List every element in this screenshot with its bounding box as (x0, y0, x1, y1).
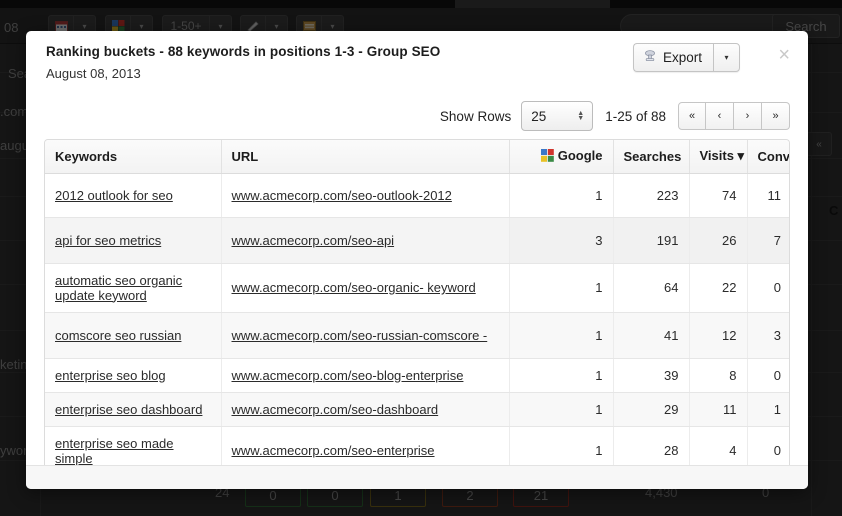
cell-keyword: automatic seo organic update keyword (45, 263, 222, 313)
cell-conv: 0 (747, 358, 789, 393)
cell-searches: 223 (613, 173, 690, 218)
cell-url: www.acmecorp.com/seo-enterprise (221, 426, 510, 465)
table-row[interactable]: enterprise seo blog www.acmecorp.com/seo-… (45, 358, 789, 393)
cell-url: www.acmecorp.com/seo-api (221, 217, 510, 264)
url-link[interactable]: www.acmecorp.com/seo-organic- keyword (232, 280, 476, 295)
cell-visits: 12 (689, 312, 748, 359)
cell-google: 1 (509, 426, 614, 465)
cell-google: 1 (509, 358, 614, 393)
table-row[interactable]: enterprise seo made simple www.acmecorp.c… (45, 426, 789, 466)
show-rows-select[interactable]: 25 ▲ ▼ (521, 101, 594, 131)
table-row[interactable]: 2012 outlook for seo www.acmecorp.com/seo… (45, 173, 789, 218)
keyword-link[interactable]: enterprise seo blog (55, 368, 166, 383)
export-button-label: Export (662, 50, 702, 65)
results-table-container[interactable]: Keywords URL Google Searches Visits ▾ Co… (44, 139, 790, 465)
dialog-footer (26, 465, 808, 489)
pagination-range-text: 1-25 of 88 (605, 108, 666, 124)
show-rows-value: 25 (531, 108, 547, 124)
table-header-row: Keywords URL Google Searches Visits ▾ Co… (45, 140, 789, 174)
ranking-buckets-dialog: Ranking buckets - 88 keywords in positio… (26, 31, 808, 489)
keyword-link[interactable]: comscore seo russian (55, 328, 181, 343)
column-header-visits[interactable]: Visits ▾ (689, 140, 748, 174)
column-header-url[interactable]: URL (221, 140, 510, 174)
cell-keyword: api for seo metrics (45, 217, 222, 264)
column-header-keywords[interactable]: Keywords (45, 140, 222, 174)
cell-conv: 11 (747, 173, 789, 218)
dialog-header: Ranking buckets - 88 keywords in positio… (26, 31, 808, 93)
cell-google: 1 (509, 392, 614, 427)
pagination-last-button[interactable]: » (762, 102, 790, 130)
pagination-controls: « ‹ › » (678, 102, 790, 130)
column-header-conv[interactable]: Conv. (747, 140, 789, 174)
cell-conv: 7 (747, 217, 789, 264)
cell-visits: 26 (689, 217, 748, 264)
table-row[interactable]: enterprise seo dashboard www.acmecorp.com… (45, 392, 789, 427)
cell-conv: 1 (747, 392, 789, 427)
cell-searches: 29 (613, 392, 690, 427)
table-row[interactable]: api for seo metrics www.acmecorp.com/seo-… (45, 217, 789, 264)
export-dropdown-caret-icon[interactable]: ▾ (713, 43, 740, 72)
export-icon (643, 49, 657, 66)
cell-searches: 191 (613, 217, 690, 264)
keyword-link[interactable]: enterprise seo dashboard (55, 402, 202, 417)
cell-google: 1 (509, 312, 614, 359)
pagination-prev-button[interactable]: ‹ (706, 102, 734, 130)
keyword-link[interactable]: automatic seo organic update keyword (55, 273, 182, 303)
column-header-google-label: Google (557, 147, 603, 163)
pagination-next-button[interactable]: › (734, 102, 762, 130)
cell-google: 1 (509, 173, 614, 218)
cell-keyword: enterprise seo dashboard (45, 392, 222, 427)
table-toolbar: Show Rows 25 ▲ ▼ 1-25 of 88 « ‹ › » (26, 93, 808, 139)
url-link[interactable]: www.acmecorp.com/seo-enterprise (232, 443, 435, 458)
results-table: Keywords URL Google Searches Visits ▾ Co… (45, 140, 789, 466)
cell-visits: 4 (689, 426, 748, 465)
show-rows-label: Show Rows (439, 108, 512, 124)
url-link[interactable]: www.acmecorp.com/seo-api (232, 233, 395, 248)
url-link[interactable]: www.acmecorp.com/seo-blog-enterprise (232, 368, 464, 383)
pagination-first-button[interactable]: « (678, 102, 706, 130)
cell-visits: 8 (689, 358, 748, 393)
table-row[interactable]: automatic seo organic update keyword www.… (45, 263, 789, 313)
table-body: 2012 outlook for seo www.acmecorp.com/seo… (45, 173, 789, 466)
cell-searches: 28 (613, 426, 690, 465)
export-button-group: Export ▾ (632, 43, 740, 72)
cell-url: www.acmecorp.com/seo-dashboard (221, 392, 510, 427)
stepper-icon[interactable]: ▲ ▼ (577, 110, 584, 122)
keyword-link[interactable]: 2012 outlook for seo (55, 188, 173, 203)
table-row[interactable]: comscore seo russian www.acmecorp.com/seo… (45, 312, 789, 359)
cell-conv: 0 (747, 263, 789, 313)
url-link[interactable]: www.acmecorp.com/seo-outlook-2012 (232, 188, 452, 203)
cell-keyword: comscore seo russian (45, 312, 222, 359)
url-link[interactable]: www.acmecorp.com/seo-russian-comscore - (232, 328, 488, 343)
cell-visits: 11 (689, 392, 748, 427)
cell-google: 3 (509, 217, 614, 264)
cell-keyword: enterprise seo made simple (45, 426, 222, 466)
google-favicon-icon (540, 148, 554, 162)
cell-google: 1 (509, 263, 614, 313)
column-header-searches[interactable]: Searches (613, 140, 690, 174)
cell-searches: 39 (613, 358, 690, 393)
cell-visits: 22 (689, 263, 748, 313)
cell-keyword: 2012 outlook for seo (45, 173, 222, 218)
keyword-link[interactable]: api for seo metrics (55, 233, 161, 248)
cell-conv: 0 (747, 426, 789, 465)
close-icon[interactable]: × (778, 45, 790, 65)
export-button[interactable]: Export (632, 43, 713, 72)
table-header: Keywords URL Google Searches Visits ▾ Co… (45, 140, 789, 174)
cell-searches: 64 (613, 263, 690, 313)
cell-conv: 3 (747, 312, 789, 359)
keyword-link[interactable]: enterprise seo made simple (55, 436, 174, 466)
cell-url: www.acmecorp.com/seo-blog-enterprise (221, 358, 510, 393)
cell-url: www.acmecorp.com/seo-organic- keyword (221, 263, 510, 313)
cell-url: www.acmecorp.com/seo-russian-comscore - (221, 312, 510, 359)
url-link[interactable]: www.acmecorp.com/seo-dashboard (232, 402, 439, 417)
cell-keyword: enterprise seo blog (45, 358, 222, 393)
cell-searches: 41 (613, 312, 690, 359)
cell-url: www.acmecorp.com/seo-outlook-2012 (221, 173, 510, 218)
cell-visits: 74 (689, 173, 748, 218)
column-header-google[interactable]: Google (509, 140, 614, 174)
